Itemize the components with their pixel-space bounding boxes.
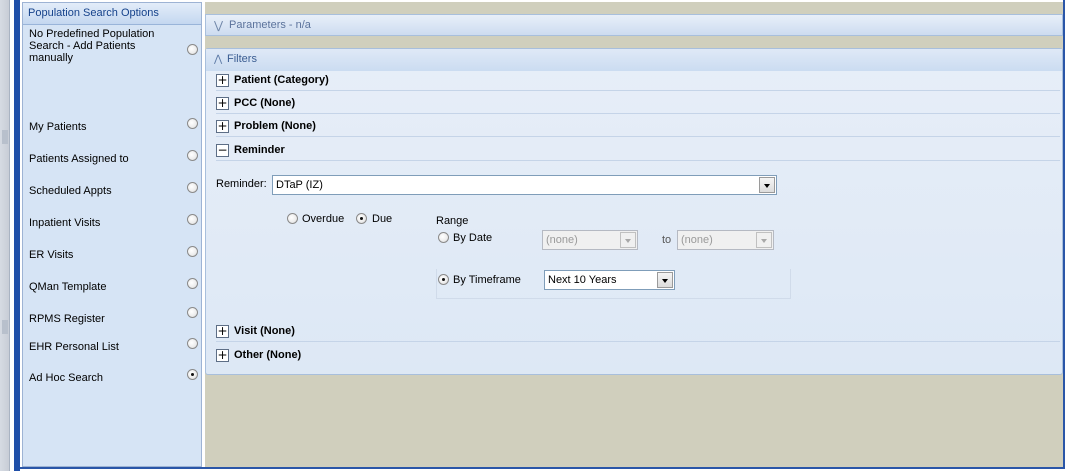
- filter-section-reminder[interactable]: − Reminder: [216, 141, 1060, 161]
- option-qman-template[interactable]: QMan Template: [29, 278, 199, 295]
- filters-title: Filters: [227, 53, 257, 65]
- frame-border-right: [1063, 0, 1065, 469]
- section-title: Visit (None): [234, 325, 295, 337]
- date-from-select[interactable]: (none): [542, 230, 638, 250]
- filter-section-visit[interactable]: + Visit (None): [216, 322, 1060, 342]
- option-label: ER Visits: [29, 249, 74, 261]
- divider: [216, 341, 1060, 342]
- option-radio[interactable]: [187, 278, 198, 289]
- divider: [216, 160, 1060, 161]
- parameters-title: Parameters - n/a: [229, 19, 311, 31]
- double-chevron-up-icon[interactable]: ⋀: [214, 54, 222, 65]
- section-title: Patient (Category): [234, 74, 329, 86]
- by-timeframe-radio[interactable]: [438, 274, 449, 285]
- option-no-predefined[interactable]: No Predefined Population Search - Add Pa…: [29, 28, 199, 68]
- timeframe-value: Next 10 Years: [548, 274, 617, 286]
- option-label: Ad Hoc Search: [29, 372, 103, 384]
- option-radio[interactable]: [187, 150, 198, 161]
- reminder-select-value: DTaP (IZ): [276, 179, 323, 191]
- divider: [216, 113, 1060, 114]
- option-patients-assigned-to[interactable]: Patients Assigned to: [29, 150, 199, 167]
- option-label: Scheduled Appts: [29, 185, 112, 197]
- option-label: Patients Assigned to: [29, 153, 129, 165]
- dropdown-arrow-icon[interactable]: [657, 272, 673, 288]
- filter-section-patient[interactable]: + Patient (Category): [216, 71, 1060, 91]
- splitter-notch: [2, 320, 8, 334]
- date-to-select[interactable]: (none): [677, 230, 774, 250]
- main-area: ⋁ Parameters - n/a ⋀ Filters + Patient (…: [205, 2, 1063, 467]
- divider: [216, 90, 1060, 91]
- options-panel-title: Population Search Options: [23, 3, 201, 25]
- overdue-radio[interactable]: [287, 213, 298, 224]
- window-frame: Population Search Options No Predefined …: [0, 0, 1069, 471]
- overdue-label[interactable]: Overdue: [302, 213, 344, 225]
- timeframe-select[interactable]: Next 10 Years: [544, 270, 675, 290]
- option-inpatient-visits[interactable]: Inpatient Visits: [29, 214, 199, 231]
- section-title: PCC (None): [234, 97, 296, 109]
- option-label: EHR Personal List: [29, 341, 119, 353]
- by-timeframe-label[interactable]: By Timeframe: [453, 274, 521, 286]
- expand-icon[interactable]: +: [216, 97, 229, 110]
- option-label: No Predefined Population Search - Add Pa…: [29, 28, 155, 64]
- by-date-radio[interactable]: [438, 232, 449, 243]
- option-label: Inpatient Visits: [29, 217, 101, 229]
- accent-bar: [14, 0, 20, 471]
- option-radio[interactable]: [187, 44, 198, 55]
- population-search-options-panel: Population Search Options No Predefined …: [22, 2, 202, 467]
- option-rpms-register[interactable]: RPMS Register: [29, 307, 199, 327]
- option-radio[interactable]: [187, 214, 198, 225]
- option-scheduled-appts[interactable]: Scheduled Appts: [29, 182, 199, 199]
- expand-icon[interactable]: +: [216, 349, 229, 362]
- filters-panel: ⋀ Filters + Patient (Category) + PCC (No…: [205, 48, 1063, 375]
- range-label: Range: [436, 215, 469, 227]
- double-chevron-down-icon[interactable]: ⋁: [214, 19, 223, 32]
- section-title: Reminder: [234, 144, 285, 156]
- parameters-collapsible-header[interactable]: ⋁ Parameters - n/a: [205, 14, 1063, 36]
- option-radio[interactable]: [187, 246, 198, 257]
- divider: [216, 136, 1060, 137]
- date-from-value: (none): [546, 234, 578, 246]
- filter-section-problem[interactable]: + Problem (None): [216, 117, 1060, 137]
- option-ad-hoc-search[interactable]: Ad Hoc Search: [29, 369, 199, 386]
- section-title: Other (None): [234, 349, 302, 361]
- option-er-visits[interactable]: ER Visits: [29, 246, 199, 263]
- by-date-label[interactable]: By Date: [453, 232, 492, 244]
- option-radio[interactable]: [187, 182, 198, 193]
- to-label: to: [662, 234, 672, 246]
- option-ehr-personal-list[interactable]: EHR Personal List: [29, 338, 199, 355]
- option-radio[interactable]: [187, 307, 198, 318]
- expand-icon[interactable]: +: [216, 325, 229, 338]
- filter-section-pcc[interactable]: + PCC (None): [216, 94, 1060, 114]
- left-splitter-strip[interactable]: [0, 0, 10, 471]
- reminder-select[interactable]: DTaP (IZ): [272, 175, 777, 195]
- date-to-value: (none): [681, 234, 713, 246]
- reminder-label: Reminder:: [216, 178, 267, 190]
- option-radio[interactable]: [187, 118, 198, 129]
- due-label[interactable]: Due: [372, 213, 392, 225]
- collapse-icon[interactable]: −: [216, 144, 229, 157]
- dropdown-arrow-icon[interactable]: [620, 232, 636, 248]
- option-radio-selected[interactable]: [187, 369, 198, 380]
- dropdown-arrow-icon[interactable]: [759, 177, 775, 193]
- option-label: My Patients: [29, 121, 87, 133]
- expand-icon[interactable]: +: [216, 120, 229, 133]
- section-title: Problem (None): [234, 120, 316, 132]
- option-label: RPMS Register: [29, 313, 105, 325]
- filters-collapsible-header[interactable]: ⋀ Filters: [206, 49, 1062, 71]
- dropdown-arrow-icon[interactable]: [756, 232, 772, 248]
- splitter-notch: [2, 130, 8, 144]
- option-my-patients[interactable]: My Patients: [29, 118, 199, 135]
- option-label: QMan Template: [29, 281, 107, 293]
- filter-section-other[interactable]: + Other (None): [216, 346, 1060, 366]
- frame-border-bottom: [20, 467, 1065, 469]
- expand-icon[interactable]: +: [216, 74, 229, 87]
- option-radio[interactable]: [187, 338, 198, 349]
- due-radio[interactable]: [356, 213, 367, 224]
